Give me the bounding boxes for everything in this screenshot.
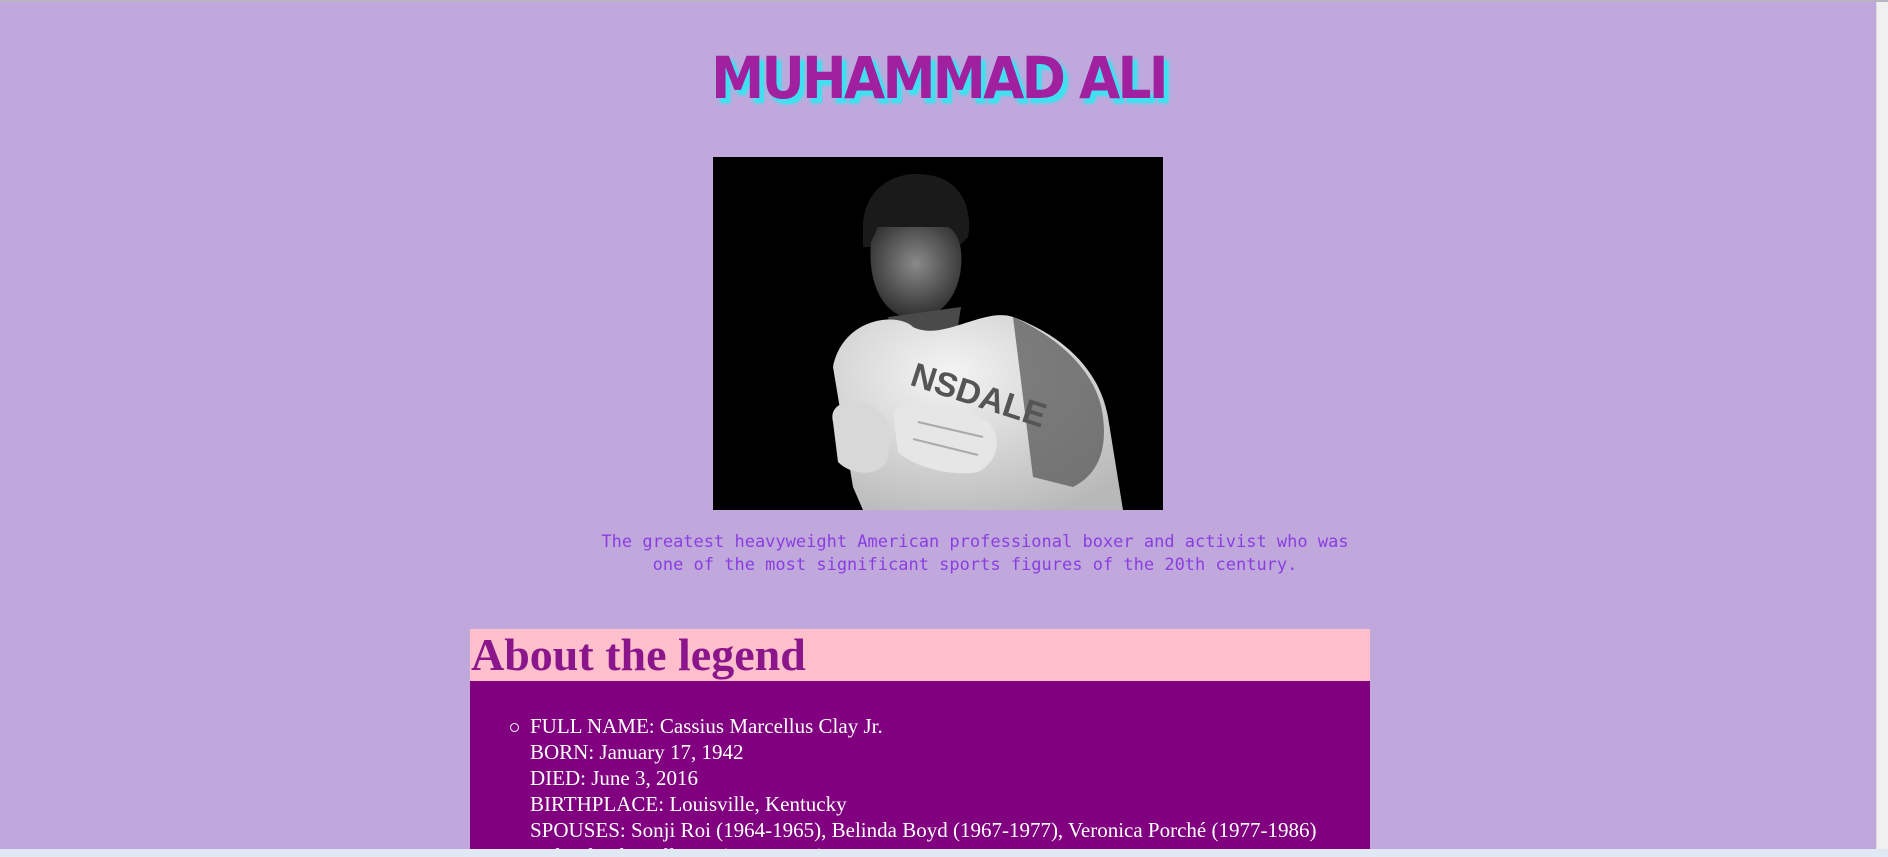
bullet-icon [510,723,519,732]
vertical-scrollbar[interactable] [1876,2,1888,851]
fact-birthplace: BIRTHPLACE: Louisville, Kentucky [530,792,847,816]
photo-caption: The greatest heavyweight American profes… [601,532,1349,575]
about-heading: About the legend [471,629,806,680]
fact-spouses: SPOUSES: Sonji Roi (1964-1965), Belinda … [530,818,1317,851]
fact-born: BORN: January 17, 1942 [530,740,744,764]
list-item: FULL NAME: Cassius Marcellus Clay Jr. BO… [510,713,1320,851]
page-title: MUHAMMAD ALI [711,44,1169,112]
fact-died: DIED: June 3, 2016 [530,766,698,790]
fact-full-name: FULL NAME: Cassius Marcellus Clay Jr. [530,714,883,738]
about-header: About the legend [470,629,1370,681]
about-body: FULL NAME: Cassius Marcellus Clay Jr. BO… [470,681,1370,851]
bottom-bar [0,849,1888,857]
ali-photo-image: NSDALE [713,157,1163,510]
facts-list: FULL NAME: Cassius Marcellus Clay Jr. BO… [470,681,1370,851]
ali-photo: NSDALE [713,157,1163,510]
